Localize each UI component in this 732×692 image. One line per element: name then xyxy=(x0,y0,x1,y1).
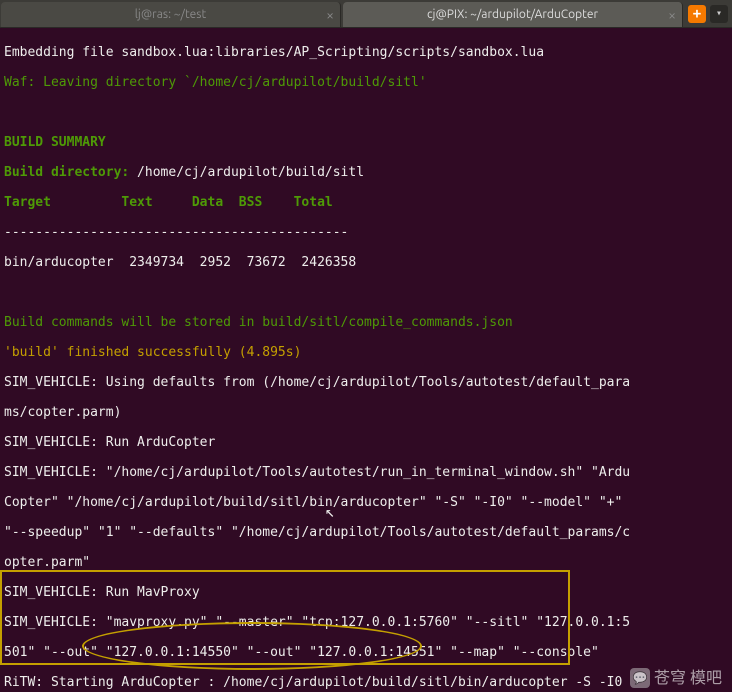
close-icon[interactable]: × xyxy=(326,7,334,23)
output-line xyxy=(4,105,728,120)
tab-menu-button[interactable]: ▾ xyxy=(710,5,728,23)
watermark: 💬 苍穹 模吧 xyxy=(630,668,722,688)
tab-bar: lj@ras: ~/test × cj@PIX: ~/ardupilot/Ard… xyxy=(0,0,732,28)
output-line: BUILD SUMMARY xyxy=(4,135,728,150)
terminal-output[interactable]: Embedding file sandbox.lua:libraries/AP_… xyxy=(0,28,732,692)
output-line: Target Text Data BSS Total xyxy=(4,195,728,210)
new-tab-button[interactable]: + xyxy=(688,5,706,23)
output-line: SIM_VEHICLE: "mavproxy.py" "--master" "t… xyxy=(4,615,728,630)
output-line: ms/copter.parm) xyxy=(4,405,728,420)
output-line: "--speedup" "1" "--defaults" "/home/cj/a… xyxy=(4,525,728,540)
tab-terminal-1[interactable]: lj@ras: ~/test × xyxy=(1,2,341,27)
output-line: ----------------------------------------… xyxy=(4,225,728,240)
tab-label: lj@ras: ~/test xyxy=(135,8,206,21)
output-line: RiTW: Starting ArduCopter : /home/cj/ard… xyxy=(4,675,728,690)
watermark-text: 模吧 xyxy=(690,671,722,686)
output-line: 'build' finished successfully (4.895s) xyxy=(4,345,728,360)
output-line: bin/arducopter 2349734 2952 73672 242635… xyxy=(4,255,728,270)
output-line: 501" "--out" "127.0.0.1:14550" "--out" "… xyxy=(4,645,728,660)
output-line: SIM_VEHICLE: "/home/cj/ardupilot/Tools/a… xyxy=(4,465,728,480)
output-line: SIM_VEHICLE: Run ArduCopter xyxy=(4,435,728,450)
output-line: Waf: Leaving directory `/home/cj/ardupil… xyxy=(4,75,728,90)
watermark-text: 苍穹 xyxy=(654,671,686,686)
output-line: Copter" "/home/cj/ardupilot/build/sitl/b… xyxy=(4,495,728,510)
output-line xyxy=(4,285,728,300)
output-line: Embedding file sandbox.lua:libraries/AP_… xyxy=(4,45,728,60)
output-line: opter.parm" xyxy=(4,555,728,570)
output-line: Build directory: /home/cj/ardupilot/buil… xyxy=(4,165,728,180)
tab-terminal-2[interactable]: cj@PIX: ~/ardupilot/ArduCopter × xyxy=(343,2,683,27)
output-line: SIM_VEHICLE: Using defaults from (/home/… xyxy=(4,375,728,390)
close-icon[interactable]: × xyxy=(668,7,676,23)
output-line: Build commands will be stored in build/s… xyxy=(4,315,728,330)
tab-label: cj@PIX: ~/ardupilot/ArduCopter xyxy=(427,8,598,21)
wechat-icon: 💬 xyxy=(630,668,650,688)
output-line: SIM_VEHICLE: Run MavProxy xyxy=(4,585,728,600)
tab-controls: + ▾ xyxy=(684,0,732,27)
